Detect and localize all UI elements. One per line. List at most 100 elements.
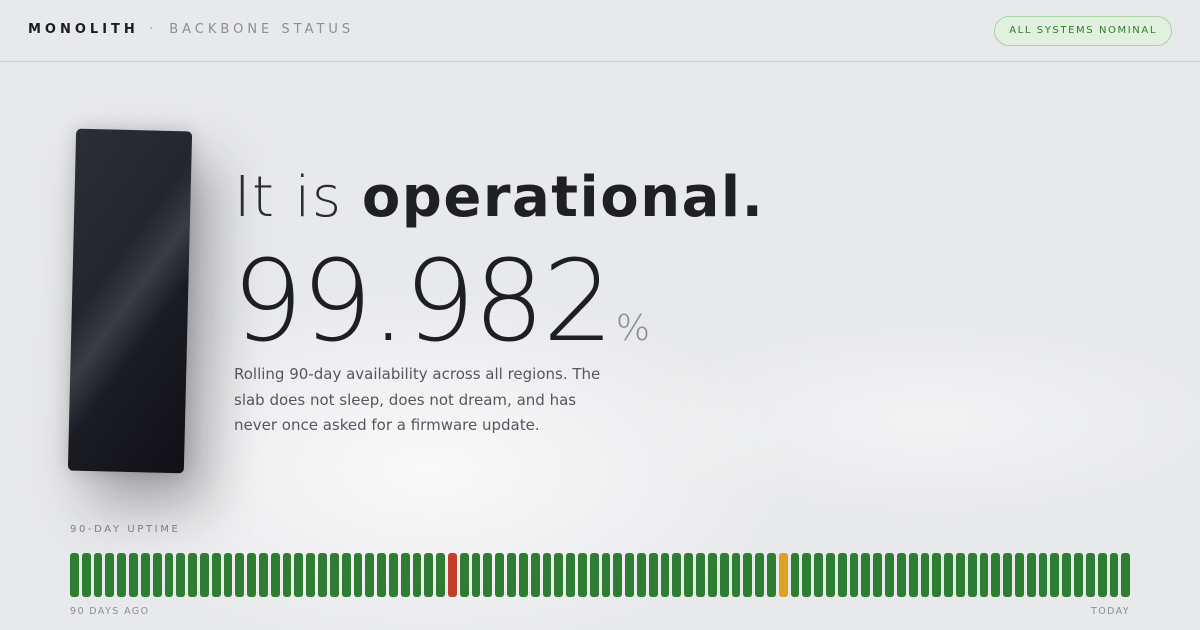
uptime-day-bar[interactable] xyxy=(495,553,505,597)
uptime-day-bar[interactable] xyxy=(613,553,623,597)
uptime-day-bar[interactable] xyxy=(589,553,599,597)
uptime-day-bar[interactable] xyxy=(991,553,1001,597)
uptime-day-bar[interactable] xyxy=(483,553,493,597)
uptime-day-bar[interactable] xyxy=(388,553,398,597)
uptime-day-bar[interactable] xyxy=(637,553,646,597)
uptime-day-bar[interactable] xyxy=(849,553,859,597)
uptime-day-bar[interactable] xyxy=(672,553,682,597)
uptime-day-bar[interactable] xyxy=(306,553,316,597)
brand-name: MONOLITH xyxy=(28,22,139,37)
uptime-day-bar[interactable] xyxy=(81,553,91,597)
uptime-day-bar[interactable] xyxy=(625,553,634,597)
uptime-day-bar[interactable] xyxy=(259,553,268,597)
uptime-day-bar[interactable] xyxy=(223,553,233,597)
uptime-day-bar[interactable] xyxy=(400,553,410,597)
uptime-day-bar[interactable] xyxy=(176,553,186,597)
uptime-day-bar[interactable] xyxy=(979,553,989,597)
uptime-day-bar[interactable] xyxy=(896,553,906,597)
uptime-day-bar[interactable] xyxy=(459,553,469,597)
uptime-day-bar[interactable] xyxy=(755,553,764,597)
availability-value: 99.982 xyxy=(232,237,614,367)
uptime-day-bar[interactable] xyxy=(70,553,79,597)
uptime-day-bar[interactable] xyxy=(1015,553,1024,597)
availability-description: Rolling 90-day availability across all r… xyxy=(234,365,601,434)
uptime-day-bar[interactable] xyxy=(117,553,127,597)
uptime-day-bar[interactable] xyxy=(1026,553,1036,597)
uptime-day-bar[interactable] xyxy=(766,553,776,597)
uptime-day-bar[interactable] xyxy=(318,553,327,597)
uptime-day-bar[interactable] xyxy=(684,553,694,597)
uptime-day-bar[interactable] xyxy=(329,553,339,597)
uptime-day-bar[interactable] xyxy=(908,553,918,597)
uptime-day-bar[interactable] xyxy=(235,553,245,597)
uptime-day-bar[interactable] xyxy=(188,553,197,597)
uptime-day-bar[interactable] xyxy=(826,553,835,597)
uptime-section-label: 90-DAY UPTIME xyxy=(70,524,181,535)
uptime-day-bar[interactable] xyxy=(1097,553,1107,597)
uptime-day-bar[interactable] xyxy=(424,553,434,597)
headline-prefix: It is xyxy=(234,165,343,230)
uptime-day-bar[interactable] xyxy=(1050,553,1060,597)
uptime-day-bar[interactable] xyxy=(802,553,812,597)
uptime-day-bar[interactable] xyxy=(377,553,386,597)
uptime-day-bar[interactable] xyxy=(247,553,256,597)
uptime-day-bar[interactable] xyxy=(837,553,847,597)
uptime-day-bar[interactable] xyxy=(140,553,150,597)
uptime-day-bar[interactable] xyxy=(861,553,871,597)
uptime-day-bar[interactable] xyxy=(944,553,953,597)
uptime-day-bar[interactable] xyxy=(778,553,788,597)
uptime-day-bar[interactable] xyxy=(648,553,658,597)
uptime-day-bar[interactable] xyxy=(873,553,883,597)
brand[interactable]: MONOLITH · BACKBONE STATUS xyxy=(28,22,354,37)
uptime-day-bar[interactable] xyxy=(282,553,292,597)
uptime-day-bar[interactable] xyxy=(554,553,564,597)
uptime-day-bar[interactable] xyxy=(1038,553,1048,597)
uptime-day-bar[interactable] xyxy=(707,553,717,597)
uptime-day-bar[interactable] xyxy=(1062,553,1072,597)
uptime-day-bar[interactable] xyxy=(719,553,729,597)
uptime-day-bar[interactable] xyxy=(471,553,481,597)
uptime-day-bar[interactable] xyxy=(955,553,965,597)
uptime-day-bar[interactable] xyxy=(436,553,445,597)
uptime-day-bar[interactable] xyxy=(542,553,552,597)
brand-subtitle: BACKBONE STATUS xyxy=(169,22,355,37)
uptime-day-bar[interactable] xyxy=(211,553,221,597)
uptime-day-bar[interactable] xyxy=(294,553,304,597)
uptime-day-bar[interactable] xyxy=(660,553,670,597)
uptime-day-bar[interactable] xyxy=(530,553,540,597)
uptime-day-bar[interactable] xyxy=(1003,553,1012,597)
uptime-day-bar[interactable] xyxy=(885,553,894,597)
uptime-bar xyxy=(70,553,1131,597)
uptime-day-bar[interactable] xyxy=(577,553,587,597)
uptime-day-bar[interactable] xyxy=(129,553,138,597)
uptime-day-bar[interactable] xyxy=(731,553,741,597)
uptime-day-bar[interactable] xyxy=(105,553,115,597)
uptime-day-bar[interactable] xyxy=(270,553,280,597)
uptime-day-bar[interactable] xyxy=(152,553,162,597)
uptime-day-bar[interactable] xyxy=(932,553,942,597)
uptime-day-bar[interactable] xyxy=(967,553,977,597)
uptime-day-bar[interactable] xyxy=(93,553,103,597)
uptime-day-bar[interactable] xyxy=(164,553,174,597)
uptime-day-bar[interactable] xyxy=(507,553,516,597)
uptime-day-bar[interactable] xyxy=(199,553,209,597)
uptime-day-bar[interactable] xyxy=(920,553,930,597)
uptime-day-bar[interactable] xyxy=(601,553,611,597)
brand-separator: · xyxy=(148,22,158,37)
uptime-day-bar[interactable] xyxy=(696,553,705,597)
uptime-day-bar[interactable] xyxy=(365,553,375,597)
uptime-day-bar[interactable] xyxy=(1109,553,1119,597)
uptime-day-bar[interactable] xyxy=(412,553,422,597)
uptime-day-bar[interactable] xyxy=(353,553,363,597)
top-bar: MONOLITH · BACKBONE STATUS ALL SYSTEMS N… xyxy=(0,0,1200,62)
uptime-day-bar[interactable] xyxy=(814,553,823,597)
uptime-day-bar[interactable] xyxy=(518,553,528,597)
uptime-day-bar[interactable] xyxy=(341,553,351,597)
uptime-day-bar[interactable] xyxy=(448,553,457,597)
uptime-day-bar[interactable] xyxy=(1074,553,1083,597)
uptime-day-bar[interactable] xyxy=(566,553,575,597)
uptime-day-bar[interactable] xyxy=(790,553,800,597)
uptime-day-bar[interactable] xyxy=(743,553,753,597)
uptime-day-bar[interactable] xyxy=(1121,553,1131,597)
uptime-day-bar[interactable] xyxy=(1085,553,1095,597)
